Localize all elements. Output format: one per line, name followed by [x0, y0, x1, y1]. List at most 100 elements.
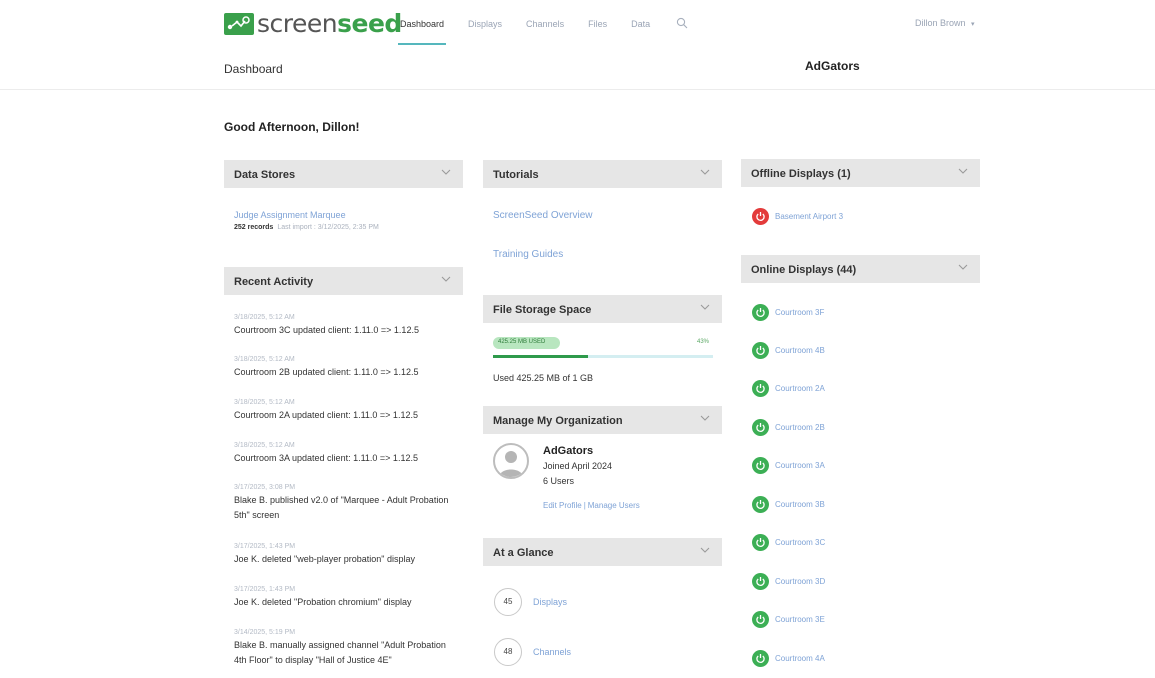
- activity-item: 3/18/2025, 5:12 AM Courtroom 3A updated …: [234, 441, 449, 466]
- online-displays-panel-header[interactable]: Online Displays (44): [741, 255, 980, 283]
- power-on-icon: [752, 456, 769, 474]
- activity-time: 3/18/2025, 5:12 AM: [234, 442, 295, 449]
- logo-wordmark: screenseed: [257, 10, 402, 38]
- data-stores-panel-header[interactable]: Data Stores: [224, 160, 463, 188]
- chevron-down-icon: ▾: [971, 21, 975, 28]
- online-display-item[interactable]: Courtroom 3D: [752, 572, 825, 590]
- display-name: Courtroom 2B: [775, 422, 825, 432]
- display-name: Courtroom 3A: [775, 460, 825, 470]
- top-navigation: screenseed Dashboard Displays Channels F…: [0, 0, 1155, 50]
- greeting: Good Afternoon, Dillon!: [224, 120, 360, 134]
- logo-text-seed: seed: [337, 9, 402, 38]
- nav-files[interactable]: Files: [588, 19, 607, 29]
- manage-users-link[interactable]: Manage Users: [588, 501, 640, 510]
- display-name: Courtroom 3B: [775, 499, 825, 509]
- power-on-icon: [752, 418, 769, 436]
- tutorial-link-training-guides[interactable]: Training Guides: [493, 249, 563, 260]
- activity-item: 3/14/2025, 5:19 PM Blake B. manually ass…: [234, 628, 449, 668]
- activity-text: Blake B. manually assigned channel "Adul…: [234, 640, 446, 665]
- panel-title: Offline Displays (1): [751, 168, 851, 180]
- data-store-link[interactable]: Judge Assignment Marquee: [234, 210, 346, 220]
- online-display-item[interactable]: Courtroom 4A: [752, 649, 825, 667]
- display-name: Courtroom 4B: [775, 345, 825, 355]
- organization-name: AdGators: [805, 59, 860, 73]
- nav-channels[interactable]: Channels: [526, 19, 564, 29]
- activity-text: Courtroom 3C updated client: 1.11.0 => 1…: [234, 325, 419, 335]
- record-count: 252 records: [234, 224, 274, 231]
- display-name: Basement Airport 3: [775, 211, 844, 221]
- activity-time: 3/18/2025, 5:12 AM: [234, 399, 295, 406]
- offline-displays-panel-header[interactable]: Offline Displays (1): [741, 159, 980, 187]
- main-nav: Dashboard Displays Channels Files Data: [397, 19, 674, 45]
- panel-title: Manage My Organization: [493, 415, 623, 427]
- panel-title: Tutorials: [493, 169, 539, 181]
- sub-header: Dashboard AdGators: [0, 50, 1155, 90]
- activity-time: 3/17/2025, 1:43 PM: [234, 543, 296, 550]
- display-name: Courtroom 3E: [775, 614, 825, 624]
- online-display-item[interactable]: Courtroom 3F: [752, 303, 824, 321]
- display-name: Courtroom 4A: [775, 653, 825, 663]
- glance-channels-link[interactable]: Channels: [533, 647, 571, 657]
- online-display-item[interactable]: Courtroom 3C: [752, 533, 825, 551]
- panel-title: Online Displays (44): [751, 264, 857, 276]
- organization-panel-header[interactable]: Manage My Organization: [483, 406, 722, 434]
- link-separator: |: [583, 501, 586, 510]
- activity-item: 3/17/2025, 1:43 PM Joe K. deleted "Proba…: [234, 585, 449, 610]
- activity-time: 3/14/2025, 5:19 PM: [234, 629, 296, 636]
- organization-title: AdGators: [543, 445, 594, 457]
- chevron-down-icon: [441, 276, 451, 282]
- activity-item: 3/18/2025, 5:12 AM Courtroom 3C updated …: [234, 313, 449, 338]
- panel-title: At a Glance: [493, 547, 554, 559]
- online-display-item[interactable]: Courtroom 2B: [752, 418, 825, 436]
- chevron-down-icon: [958, 264, 968, 270]
- recent-activity-panel-header[interactable]: Recent Activity: [224, 267, 463, 295]
- activity-text: Joe K. deleted "web-player probation" di…: [234, 554, 415, 564]
- chevron-down-icon: [958, 168, 968, 174]
- logo-text-screen: screen: [257, 9, 338, 38]
- file-storage-panel-header[interactable]: File Storage Space: [483, 295, 722, 323]
- nav-dashboard[interactable]: Dashboard: [397, 19, 447, 45]
- organization-joined: Joined April 2024: [543, 461, 613, 471]
- power-off-icon: [752, 207, 769, 225]
- organization-user-count: 6 Users: [543, 476, 575, 486]
- tutorials-panel-header[interactable]: Tutorials: [483, 160, 722, 188]
- display-name: Courtroom 2A: [775, 383, 825, 393]
- glance-displays-link[interactable]: Displays: [533, 597, 567, 607]
- last-import: Last import : 3/12/2025, 2:35 PM: [277, 224, 379, 231]
- nav-data[interactable]: Data: [631, 19, 650, 29]
- user-menu[interactable]: Dillon Brown ▾: [915, 18, 975, 28]
- activity-time: 3/18/2025, 5:12 AM: [234, 314, 295, 321]
- storage-percent: 43%: [697, 339, 710, 345]
- channels-count-badge: 48: [494, 638, 522, 666]
- activity-item: 3/18/2025, 5:12 AM Courtroom 2B updated …: [234, 355, 449, 380]
- power-on-icon: [752, 649, 769, 667]
- online-display-item[interactable]: Courtroom 3B: [752, 495, 825, 513]
- edit-profile-link[interactable]: Edit Profile: [543, 501, 582, 510]
- organization-links: Edit Profile | Manage Users: [543, 501, 640, 510]
- search-icon[interactable]: [676, 17, 688, 29]
- online-display-item[interactable]: Courtroom 3E: [752, 610, 825, 628]
- storage-used-badge: 425.25 MB USED: [493, 337, 560, 349]
- activity-time: 3/17/2025, 1:43 PM: [234, 586, 296, 593]
- activity-text: Courtroom 2A updated client: 1.11.0 => 1…: [234, 410, 418, 420]
- online-display-item[interactable]: Courtroom 4B: [752, 341, 825, 359]
- online-display-item[interactable]: Courtroom 3A: [752, 456, 825, 474]
- nav-displays[interactable]: Displays: [468, 19, 502, 29]
- screenseed-logo[interactable]: screenseed: [224, 10, 402, 38]
- at-a-glance-panel-header[interactable]: At a Glance: [483, 538, 722, 566]
- storage-progress-bar: [493, 355, 713, 358]
- online-display-item[interactable]: Courtroom 2A: [752, 379, 825, 397]
- power-on-icon: [752, 572, 769, 590]
- tutorial-link-overview[interactable]: ScreenSeed Overview: [493, 210, 593, 221]
- power-on-icon: [752, 495, 769, 513]
- display-name: Courtroom 3F: [775, 307, 825, 317]
- power-on-icon: [752, 303, 769, 321]
- organization-avatar-icon: [493, 443, 529, 479]
- panel-title: Data Stores: [234, 169, 296, 181]
- activity-time: 3/18/2025, 5:12 AM: [234, 356, 295, 363]
- offline-display-item[interactable]: Basement Airport 3: [752, 207, 843, 225]
- activity-time: 3/17/2025, 3:08 PM: [234, 484, 296, 491]
- activity-text: Joe K. deleted "Probation chromium" disp…: [234, 597, 412, 607]
- display-name: Courtroom 3D: [775, 576, 826, 586]
- data-store-meta: 252 records Last import : 3/12/2025, 2:35…: [234, 224, 379, 231]
